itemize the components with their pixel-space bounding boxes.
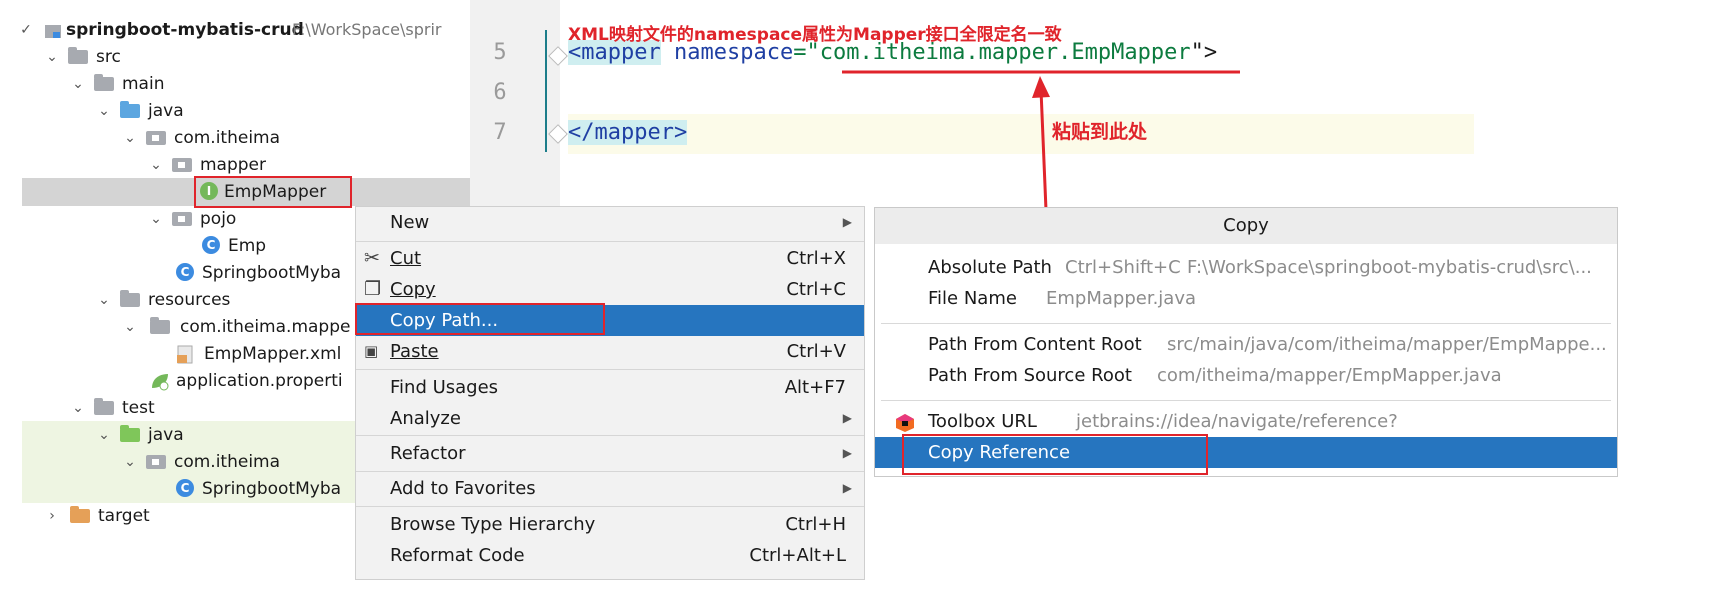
menu-item-paste[interactable]: ▣ Paste Ctrl+V <box>356 336 864 367</box>
menu-label: Browse Type Hierarchy <box>390 514 596 535</box>
menu-label: Paste <box>390 341 439 362</box>
menu-item-find-usages[interactable]: Find Usages Alt+F7 <box>356 372 864 403</box>
submenu-value: com/itheima/mapper/EmpMapper.java <box>1157 365 1502 386</box>
copy-path-from-content-root[interactable]: Path From Content Root src/main/java/com… <box>875 329 1617 360</box>
copy-icon: ❐ <box>364 278 382 300</box>
menu-label: Find Usages <box>390 377 499 398</box>
submenu-label: Path From Content Root <box>928 334 1142 355</box>
submenu-arrow-icon: ▶ <box>842 481 852 495</box>
menu-item-browse-type-hierarchy[interactable]: Browse Type Hierarchy Ctrl+H <box>356 509 864 540</box>
submenu-value: F:\WorkSpace\springboot-mybatis-crud\src… <box>1187 257 1592 278</box>
menu-separator <box>356 471 864 472</box>
menu-separator <box>356 435 864 436</box>
submenu-label: Path From Source Root <box>928 365 1132 386</box>
submenu-arrow-icon: ▶ <box>842 215 852 229</box>
paste-icon: ▣ <box>364 342 379 360</box>
copy-file-name[interactable]: File Name EmpMapper.java <box>875 283 1617 314</box>
menu-item-cut[interactable]: ✂ Cut Ctrl+X <box>356 243 864 274</box>
submenu-shortcut: Ctrl+Shift+C <box>1065 257 1181 278</box>
submenu-value: src/main/java/com/itheima/mapper/EmpMapp… <box>1167 334 1607 355</box>
menu-item-new[interactable]: New ▶ <box>356 207 864 238</box>
submenu-arrow-icon: ▶ <box>842 411 852 425</box>
menu-label: Copy <box>390 279 436 300</box>
submenu-label: Toolbox URL <box>928 411 1037 432</box>
submenu-value: EmpMapper.java <box>1046 288 1197 309</box>
menu-item-reformat-code[interactable]: Reformat Code Ctrl+Alt+L <box>356 540 864 571</box>
paste-arrow-head <box>1032 76 1050 98</box>
submenu-label: File Name <box>928 288 1017 309</box>
menu-separator <box>356 369 864 370</box>
copy-toolbox-url[interactable]: Toolbox URL jetbrains://idea/navigate/re… <box>875 406 1617 463</box>
copy-path-from-source-root[interactable]: Path From Source Root com/itheima/mapper… <box>875 360 1617 391</box>
menu-label: Analyze <box>390 408 461 429</box>
menu-label: Refactor <box>390 443 466 464</box>
menu-shortcut: Ctrl+X <box>786 248 846 269</box>
highlight-box-copy-reference <box>902 434 1208 475</box>
menu-item-copy[interactable]: ❐ Copy Ctrl+C <box>356 274 864 305</box>
menu-shortcut: Ctrl+Alt+L <box>749 545 846 566</box>
submenu-separator <box>881 323 1611 324</box>
menu-shortcut: Alt+F7 <box>784 377 846 398</box>
menu-item-add-to-favorites[interactable]: Add to Favorites ▶ <box>356 473 864 504</box>
copy-absolute-path[interactable]: Absolute Path Ctrl+Shift+C F:\WorkSpace\… <box>875 252 1617 283</box>
submenu-arrow-icon: ▶ <box>842 446 852 460</box>
menu-shortcut: Ctrl+C <box>786 279 846 300</box>
scissors-icon: ✂ <box>364 247 380 269</box>
menu-item-refactor[interactable]: Refactor ▶ <box>356 438 864 469</box>
menu-shortcut: Ctrl+H <box>785 514 846 535</box>
submenu-title: Copy <box>875 208 1617 244</box>
menu-label: Reformat Code <box>390 545 525 566</box>
menu-separator <box>356 506 864 507</box>
menu-label: New <box>390 212 430 233</box>
highlight-box-copy-path <box>355 303 605 335</box>
menu-separator <box>356 241 864 242</box>
submenu-separator <box>881 400 1611 401</box>
submenu-label: Absolute Path <box>928 257 1052 278</box>
menu-item-analyze[interactable]: Analyze ▶ <box>356 403 864 434</box>
toolbox-icon <box>895 412 915 432</box>
menu-shortcut: Ctrl+V <box>786 341 846 362</box>
context-menu: New ▶ ✂ Cut Ctrl+X ❐ Copy Ctrl+C Copy Pa… <box>355 206 865 580</box>
menu-label: Add to Favorites <box>390 478 536 499</box>
menu-label: Cut <box>390 248 422 269</box>
